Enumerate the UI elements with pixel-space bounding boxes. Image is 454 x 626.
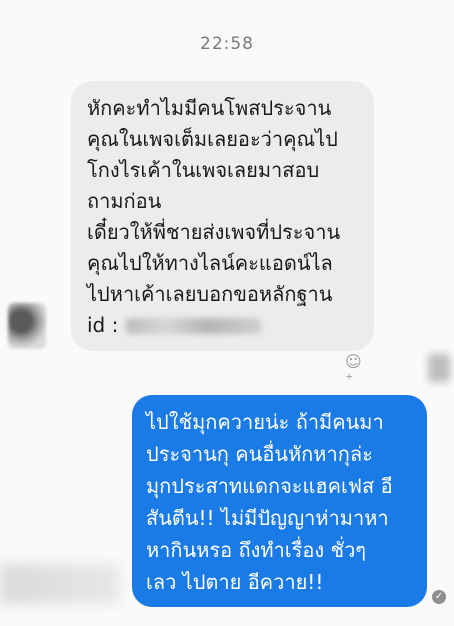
redacted-area	[0, 564, 120, 604]
sender-avatar[interactable]	[8, 303, 46, 349]
message-line: สันตีน!! ไม่มีปัญญาห่ามาหา	[146, 506, 389, 530]
outgoing-message-bubble[interactable]: ไปใช้มุกควายน่ะ ถ้ามีคนมา ประจานกุ คนอื่…	[132, 395, 427, 607]
redacted-thumbnail	[428, 354, 450, 382]
message-line: คุณไปให้ทางไลน์คะแอดน์ไล	[87, 251, 333, 275]
timestamp: 22:58	[200, 34, 254, 54]
message-line: ถามก่อน	[87, 189, 162, 213]
seen-check-icon: ✓	[432, 590, 446, 604]
message-line: ประจานกุ คนอื่นหักหากุล่ะ	[146, 442, 373, 466]
message-line: เลว ไปตาย อีควาย!!	[146, 570, 324, 594]
id-label: id :	[87, 313, 119, 337]
message-line: ไปหาเค้าเลยบอกขอหลักฐาน	[87, 282, 333, 306]
message-line: ไปใช้มุกควายน่ะ ถ้ามีคนมา	[146, 410, 384, 434]
message-line: หักคะทำไมมีคนโพสประจาน	[87, 96, 332, 120]
add-reaction-icon[interactable]: ☺⁺	[345, 353, 365, 389]
id-line: id :	[87, 310, 364, 341]
message-line: เดี๋ยวให้พี่ชายส่งเพจที่ประจาน	[87, 220, 341, 244]
message-line: โกงไรเค้าในเพจเลยมาสอบ	[87, 158, 320, 182]
redacted-id	[126, 317, 262, 334]
message-line: มุกประสาทแดกจะแฮคเฟส อี	[146, 474, 393, 498]
incoming-message-bubble[interactable]: หักคะทำไมมีคนโพสประจาน คุณในเพจเต็มเลยอะ…	[71, 81, 374, 351]
message-line: คุณในเพจเต็มเลยอะว่าคุณไป	[87, 127, 338, 151]
message-line: หากินหรอ ถึงทำเรื่อง ชั่วๆ	[146, 538, 367, 562]
